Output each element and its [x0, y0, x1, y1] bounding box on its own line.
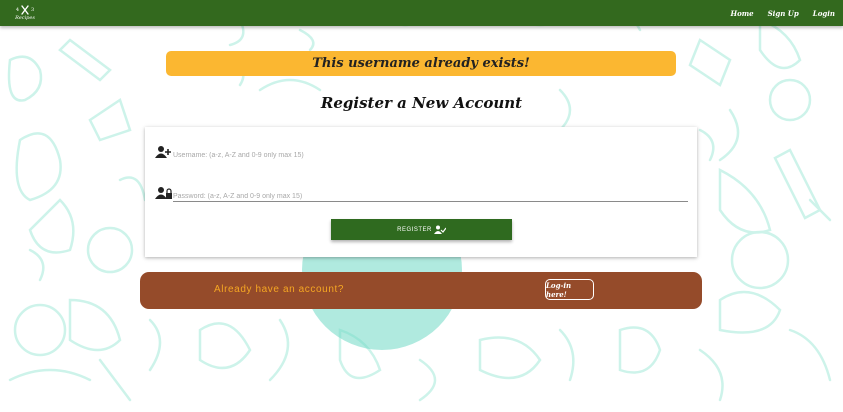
nav-signup-link[interactable]: Sign Up	[768, 9, 799, 18]
nav-home-link[interactable]: Home	[730, 9, 753, 18]
username-input[interactable]	[173, 148, 688, 163]
register-button-label: Register	[397, 226, 432, 233]
username-field-row	[155, 145, 688, 165]
user-check-icon	[433, 225, 446, 234]
user-lock-icon	[155, 187, 172, 199]
top-navbar: 4 3 Recipes Home Sign Up Login	[0, 0, 843, 26]
nav-login-link[interactable]: Login	[813, 9, 835, 18]
user-plus-icon	[155, 146, 171, 158]
error-alert: This username already exists!	[166, 51, 676, 76]
brand-number-right: 3	[31, 7, 35, 13]
password-underline	[173, 201, 688, 202]
brand-name: Recipes	[15, 15, 35, 21]
brand-number-left: 4	[15, 7, 19, 13]
fork-knife-icon	[21, 5, 29, 15]
nav-links: Home Sign Up Login	[730, 9, 835, 18]
login-prompt-text: Already have an account?	[214, 284, 345, 295]
brand-logo[interactable]: 4 3 Recipes	[12, 5, 38, 21]
register-button[interactable]: Register	[331, 219, 512, 240]
register-form-card: Register	[145, 127, 697, 257]
password-field-row	[155, 186, 688, 206]
login-banner: Already have an account? Log-in here!	[140, 272, 702, 309]
login-here-link[interactable]: Log-in here!	[545, 279, 594, 300]
page-title: Register a New Account	[320, 94, 523, 112]
brand-logo-mark: 4 3	[16, 5, 34, 15]
